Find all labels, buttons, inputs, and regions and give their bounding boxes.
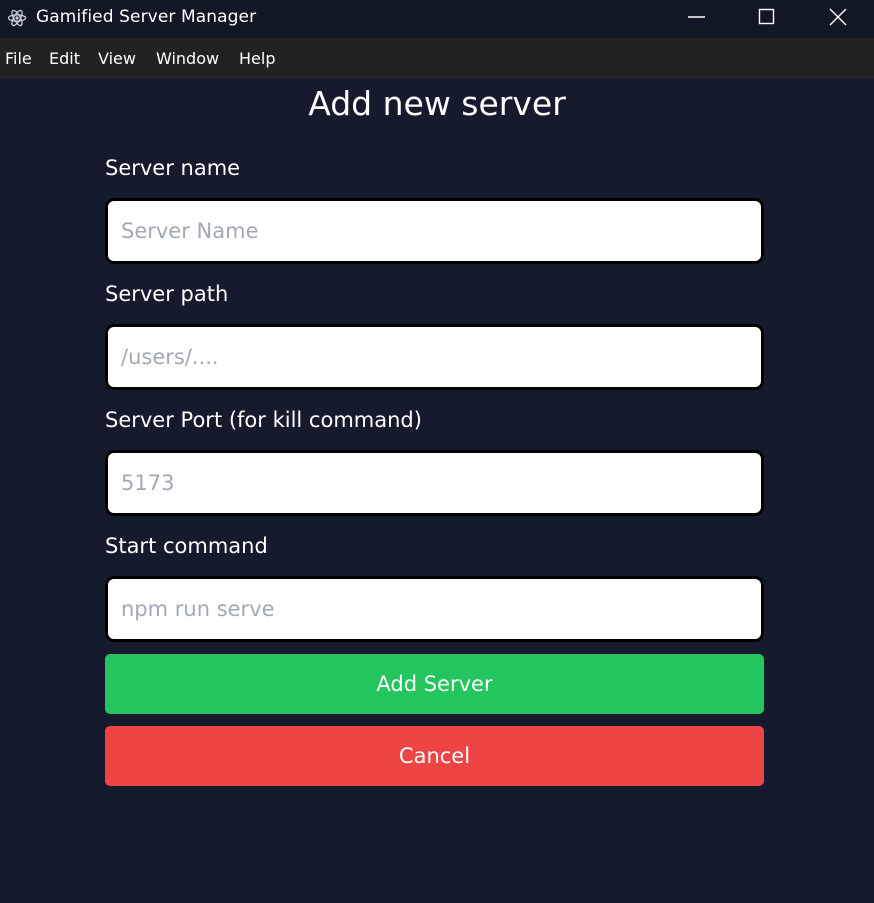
close-icon	[829, 8, 847, 26]
menu-bar: File Edit View Window Help	[0, 38, 874, 79]
start-command-input[interactable]	[105, 576, 764, 642]
menu-view[interactable]: View	[98, 49, 136, 68]
server-name-label: Server name	[105, 156, 241, 180]
minimize-button[interactable]	[662, 0, 732, 34]
server-path-input[interactable]	[105, 324, 764, 390]
server-port-label: Server Port (for kill command)	[105, 408, 422, 432]
menu-help[interactable]: Help	[239, 49, 275, 68]
menu-file[interactable]: File	[5, 49, 32, 68]
cancel-button[interactable]: Cancel	[105, 726, 764, 786]
maximize-icon	[758, 8, 775, 25]
server-name-input[interactable]	[105, 198, 764, 264]
server-path-label: Server path	[105, 282, 229, 306]
server-port-input[interactable]	[105, 450, 764, 516]
minimize-icon	[688, 16, 705, 18]
page-title: Add new server	[308, 84, 566, 123]
close-button[interactable]	[803, 0, 873, 34]
start-command-label: Start command	[105, 534, 268, 558]
window-title: Gamified Server Manager	[36, 7, 257, 27]
title-bar: Gamified Server Manager	[0, 0, 874, 38]
menu-edit[interactable]: Edit	[49, 49, 80, 68]
electron-atom-icon	[7, 9, 27, 27]
maximize-button[interactable]	[732, 0, 802, 34]
menu-window[interactable]: Window	[156, 49, 219, 68]
add-server-button[interactable]: Add Server	[105, 654, 764, 714]
